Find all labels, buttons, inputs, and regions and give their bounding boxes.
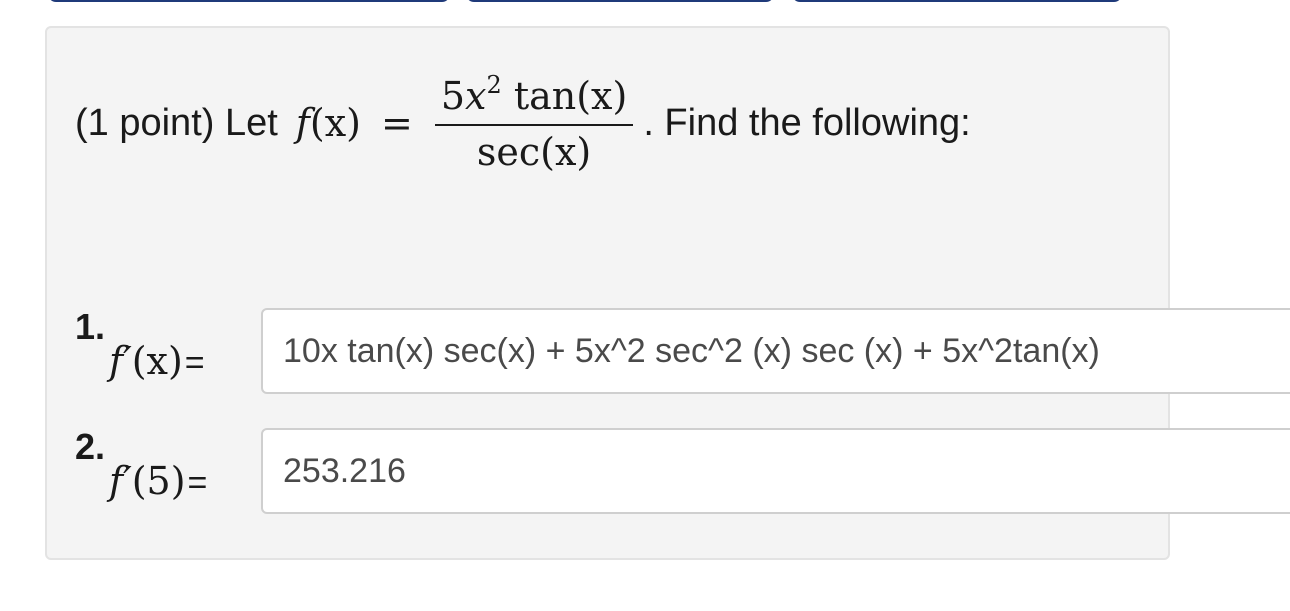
question-equals-2: = <box>187 464 208 502</box>
answer-input-1[interactable] <box>261 308 1290 394</box>
derivative-argument: (x) <box>131 339 183 383</box>
problem-intro: (1 point) Let <box>75 101 278 144</box>
function-lhs: f(x) <box>296 101 361 145</box>
question-label-2: f′(5)= <box>109 459 219 503</box>
equals-sign: = <box>380 101 413 145</box>
nav-button-2[interactable] <box>466 0 774 2</box>
function-name: f <box>295 101 310 145</box>
answer-input-2[interactable] <box>261 428 1290 514</box>
nav-button-1[interactable] <box>48 0 450 2</box>
numerator-variable: x <box>465 74 487 119</box>
numerator-function: tan <box>513 74 577 119</box>
numerator-argument: (x) <box>576 74 628 119</box>
fraction-denominator: sec(x) <box>477 126 591 174</box>
fraction-numerator: 5x2 tan(x) <box>434 71 634 126</box>
question-row-2: 2. f′(5)= <box>75 426 219 516</box>
question-label-1: f′(x)= <box>109 339 217 383</box>
denominator-function: sec <box>476 130 541 174</box>
problem-outro: . Find the following: <box>643 101 971 144</box>
question-number-1: 1. <box>75 306 106 347</box>
denominator-argument: (x) <box>540 130 592 174</box>
question-row-1: 1. f′(x)= <box>75 306 217 396</box>
numerator-exponent: 2 <box>486 71 502 100</box>
derivative-symbol: f′ <box>109 459 132 503</box>
derivative-symbol: f′ <box>109 339 132 383</box>
function-fraction: 5x2 tan(x) sec(x) <box>434 71 634 174</box>
numerator-coefficient: 5 <box>440 74 465 119</box>
nav-button-3[interactable] <box>792 0 1122 2</box>
derivative-argument: (5) <box>131 459 186 503</box>
function-argument: (x) <box>309 101 361 145</box>
problem-statement: (1 point) Let f(x) = 5x2 tan(x) sec(x) .… <box>75 58 971 188</box>
question-equals-1: = <box>184 344 205 382</box>
question-number-2: 2. <box>75 426 106 467</box>
